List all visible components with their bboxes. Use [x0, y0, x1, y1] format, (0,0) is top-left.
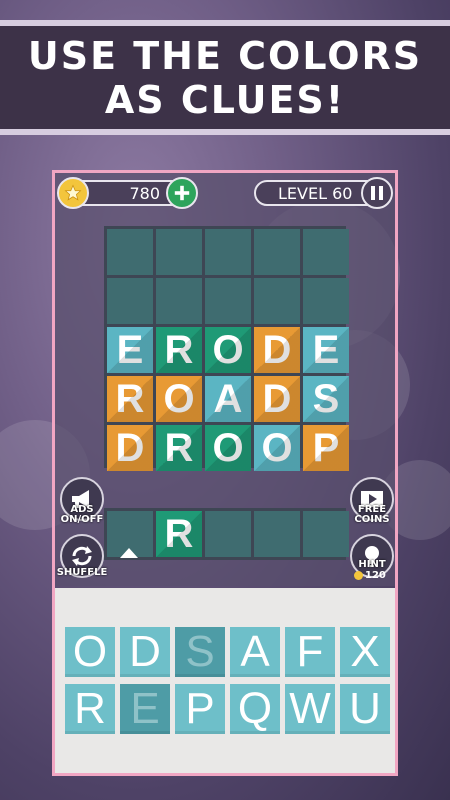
- letter-key[interactable]: O: [65, 627, 115, 677]
- banner-line-2: AS CLUES!: [104, 77, 346, 122]
- cursor-indicator: [120, 548, 138, 558]
- grid-tile: D: [107, 425, 153, 471]
- grid-tile-empty: [205, 278, 251, 324]
- pause-icon: [371, 186, 383, 200]
- letter-key[interactable]: A: [230, 627, 280, 677]
- add-coins-button[interactable]: [166, 177, 198, 209]
- grid-tile-empty: [254, 278, 300, 324]
- grid-tile-empty: [303, 229, 349, 275]
- grid-tile: O: [156, 376, 202, 422]
- letter-key[interactable]: Q: [230, 684, 280, 734]
- grid-tile: O: [205, 425, 251, 471]
- answer-slot[interactable]: [254, 511, 300, 557]
- grid-tile: O: [205, 327, 251, 373]
- answer-slot[interactable]: [205, 511, 251, 557]
- shuffle-label: SHUFFLE: [56, 567, 108, 578]
- star-coin-icon: [57, 177, 89, 209]
- hint-cost: 120: [354, 570, 394, 581]
- grid-tile-empty: [254, 229, 300, 275]
- grid-tile-empty: [156, 278, 202, 324]
- grid-tile-empty: [156, 229, 202, 275]
- grid-tile: D: [254, 376, 300, 422]
- letter-key[interactable]: R: [65, 684, 115, 734]
- grid-tile-empty: [107, 278, 153, 324]
- grid-tile: A: [205, 376, 251, 422]
- letter-key[interactable]: W: [285, 684, 335, 734]
- answer-row: R: [104, 508, 349, 560]
- letter-key[interactable]: P: [175, 684, 225, 734]
- grid-tile: O: [254, 425, 300, 471]
- banner-line-1: USE THE COLORS: [27, 33, 423, 78]
- plus-icon: [174, 185, 190, 201]
- hint-cost-value: 120: [365, 570, 386, 581]
- coin-icon: [354, 571, 363, 580]
- letter-keyboard: [55, 588, 395, 773]
- grid-tile: S: [303, 376, 349, 422]
- grid-tile: R: [156, 327, 202, 373]
- shuffle-icon: [72, 546, 92, 566]
- letter-key[interactable]: E: [120, 684, 170, 734]
- letter-key[interactable]: U: [340, 684, 390, 734]
- free-coins-label: FREE COINS: [354, 504, 390, 525]
- promo-banner: USE THE COLORS AS CLUES!: [0, 20, 450, 135]
- grid-tile: E: [303, 327, 349, 373]
- answer-slot[interactable]: [303, 511, 349, 557]
- letter-key[interactable]: F: [285, 627, 335, 677]
- letter-key[interactable]: X: [340, 627, 390, 677]
- grid-tile: R: [156, 425, 202, 471]
- level-label: LEVEL 60: [278, 183, 353, 203]
- grid-tile: D: [254, 327, 300, 373]
- letter-key[interactable]: D: [120, 627, 170, 677]
- hint-label: HINT: [358, 559, 386, 570]
- ads-toggle-label: ADS ON/OFF: [60, 504, 104, 525]
- guess-grid: ERODEROADSDROOP: [104, 226, 349, 471]
- grid-tile-empty: [303, 278, 349, 324]
- grid-tile: P: [303, 425, 349, 471]
- grid-tile: R: [107, 376, 153, 422]
- answer-slot-filled[interactable]: R: [156, 511, 202, 557]
- grid-tile: E: [107, 327, 153, 373]
- grid-tile-empty: [107, 229, 153, 275]
- grid-tile-empty: [205, 229, 251, 275]
- coin-count: 780: [129, 183, 160, 203]
- pause-button[interactable]: [361, 177, 393, 209]
- letter-key[interactable]: S: [175, 627, 225, 677]
